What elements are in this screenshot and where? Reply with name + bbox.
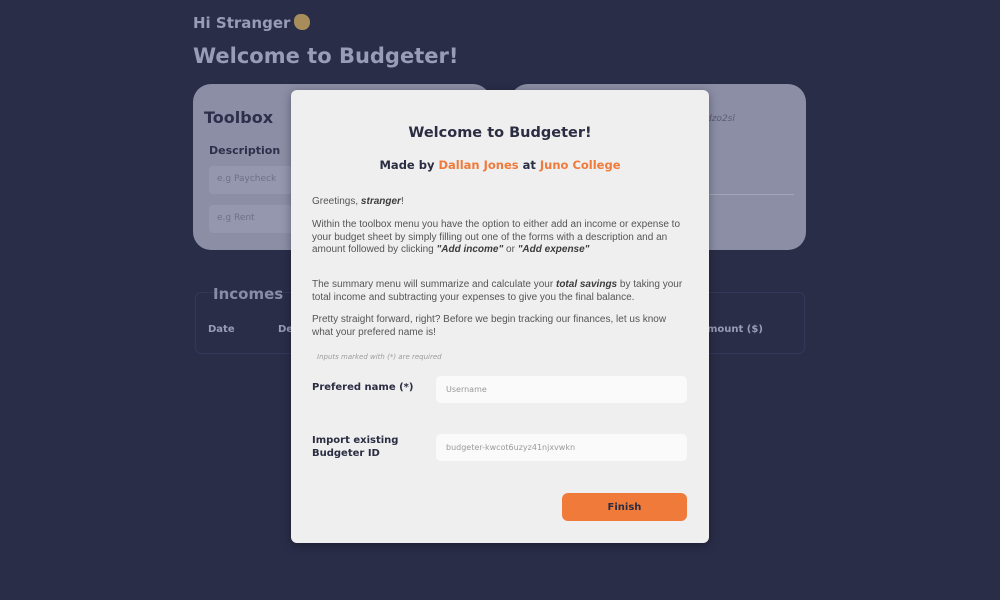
at-text: at [518,158,540,172]
or-text: or [503,244,518,255]
modal-title: Welcome to Budgeter! [408,125,592,141]
import-id-label: Import existing Budgeter ID [312,435,399,459]
finish-button[interactable]: Finish [562,493,687,521]
greeting-paragraph: Greetings, stranger! [312,196,687,209]
expense-description-input[interactable]: e.g Rent [209,205,299,233]
income-description-input[interactable]: e.g Paycheck [209,166,299,194]
summary-paragraph: The summary menu will summarize and calc… [312,279,687,304]
required-note: Inputs marked with (*) are required [317,353,442,361]
greeting-prefix: Greetings, [312,196,361,207]
welcome-modal: Welcome to Budgeter! Made by Dallan Jone… [291,90,709,543]
summary-text-a: The summary menu will summarize and calc… [312,279,556,290]
toolbox-paragraph: Within the toolbox menu you have the opt… [312,219,687,257]
prompt-paragraph: Pretty straight forward, right? Before w… [312,314,667,338]
greeting: Hi Stranger [193,14,311,32]
waving-hand-icon [294,14,311,30]
page-title: Welcome to Budgeter! [193,44,459,68]
add-income-emphasis: "Add income" [436,244,504,255]
greeting-text: Hi Stranger [193,14,291,32]
toolbox-title: Toolbox [204,108,274,127]
add-expense-emphasis: "Add expense" [517,244,590,255]
total-savings-emphasis: total savings [555,279,618,290]
greeting-suffix: ! [400,196,404,207]
budgeter-id-input[interactable] [436,434,687,461]
modal-credits: Made by Dallan Jones at Juno College [291,158,709,172]
greeting-name: stranger [360,196,401,207]
incomes-title: Incomes [213,285,284,303]
name-label: Prefered name (*) [312,382,414,393]
column-header-amount: mount ($) [707,324,763,335]
author-name: Dallan Jones [438,158,519,172]
budgeter-id-fragment: dzo2sl [706,114,735,124]
description-label: Description [209,144,281,157]
column-header-date: Date [208,324,235,335]
school-name: Juno College [539,158,621,172]
username-input[interactable] [436,376,687,403]
divider [708,194,794,195]
made-by-text: Made by [379,158,439,172]
